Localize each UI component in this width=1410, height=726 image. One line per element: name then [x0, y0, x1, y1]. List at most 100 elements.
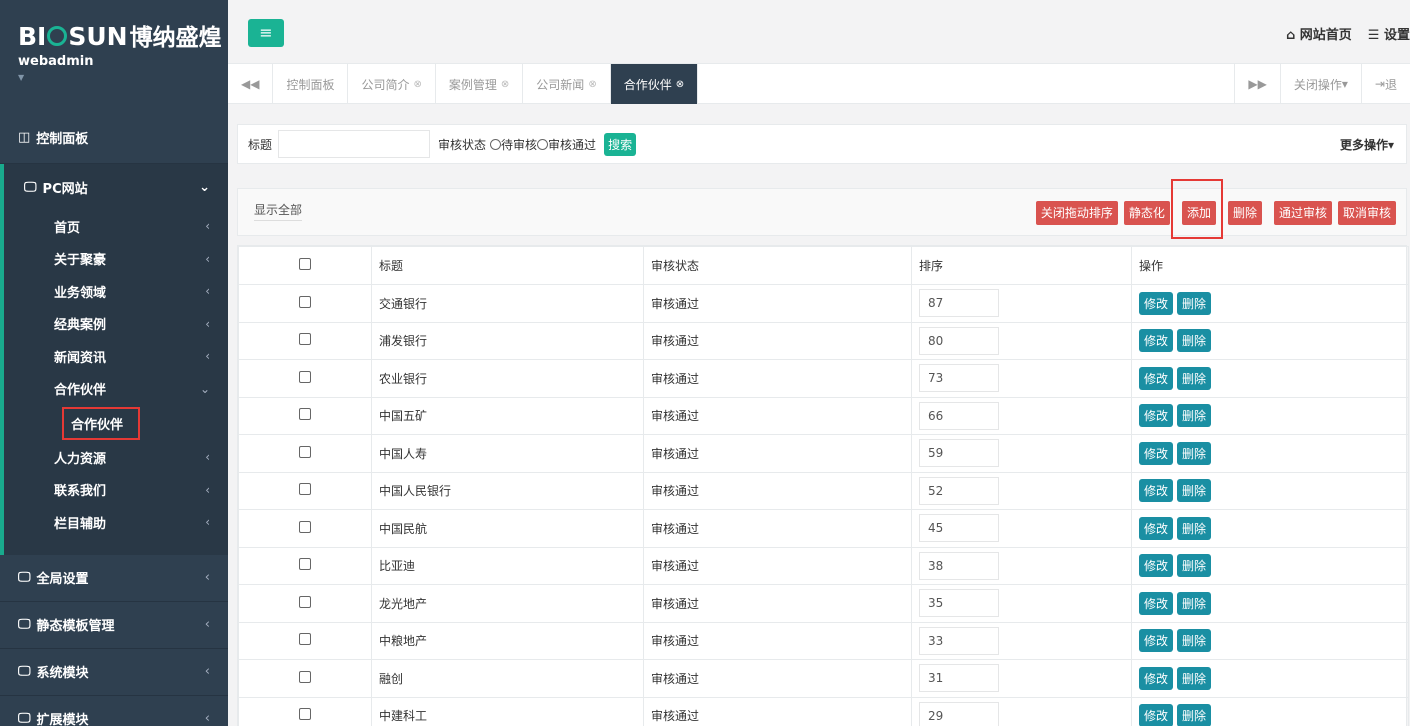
delete-row-button[interactable]: 删除 [1177, 629, 1212, 653]
row-checkbox[interactable] [299, 483, 311, 496]
close-drag-sort-button[interactable]: 关闭拖动排序 [1035, 201, 1118, 225]
row-checkbox[interactable] [299, 558, 311, 571]
menu-toggle-button[interactable]: ≡ [248, 19, 284, 47]
edit-button[interactable]: 修改 [1139, 629, 1174, 653]
chevron-left-icon: ‹ [205, 219, 210, 234]
show-all-link[interactable]: 显示全部 [254, 199, 303, 221]
radio-approved[interactable] [537, 138, 549, 150]
tab[interactable]: 控制面板 [273, 64, 349, 104]
nav-pc-site[interactable]: 🖵 PC网站 ⌄ [4, 164, 228, 210]
delete-row-button[interactable]: 删除 [1177, 666, 1212, 690]
close-ops-dropdown[interactable]: 关闭操作 ▾ [1279, 64, 1361, 104]
edit-button[interactable]: 修改 [1139, 479, 1174, 503]
order-input[interactable]: 59 [919, 439, 999, 468]
delete-row-button[interactable]: 删除 [1177, 291, 1212, 315]
tabs-scroll-right-button[interactable]: ▶▶ [1234, 64, 1279, 104]
title-search-input[interactable] [278, 130, 431, 158]
edit-button[interactable]: 修改 [1139, 704, 1174, 726]
sidebar-item[interactable]: 栏目辅助 ‹ [4, 506, 228, 539]
sidebar-item[interactable]: 业务领域 ‹ [4, 275, 228, 308]
edit-button[interactable]: 修改 [1139, 516, 1174, 540]
order-input[interactable]: 80 [919, 326, 999, 355]
caret-down-icon[interactable]: ▼ [18, 73, 228, 82]
row-checkbox[interactable] [299, 670, 311, 683]
tab-active[interactable]: 合作伙伴 ⊗ [610, 64, 699, 104]
order-input[interactable]: 45 [919, 514, 999, 543]
row-checkbox[interactable] [299, 370, 311, 383]
tabs-scroll-left-button[interactable]: ◀◀ [228, 64, 274, 104]
sidebar-item[interactable]: 关于聚豪 ‹ [4, 243, 228, 276]
edit-button[interactable]: 修改 [1139, 441, 1174, 465]
order-input[interactable]: 87 [919, 289, 999, 318]
edit-button[interactable]: 修改 [1139, 291, 1174, 315]
edit-button[interactable]: 修改 [1139, 366, 1174, 390]
order-input[interactable]: 31 [919, 664, 999, 693]
edit-button[interactable]: 修改 [1139, 554, 1174, 578]
search-button[interactable]: 搜索 [604, 132, 637, 156]
row-checkbox[interactable] [299, 708, 311, 721]
sidebar-item[interactable]: 人力资源 ‹ [4, 441, 228, 474]
order-input[interactable]: 73 [919, 364, 999, 393]
delete-row-button[interactable]: 删除 [1177, 479, 1212, 503]
close-circle-icon[interactable]: ⊗ [414, 79, 422, 90]
sidebar-item[interactable]: 新闻资讯 ‹ [4, 340, 228, 373]
row-actions: 修改 删除 [1131, 621, 1409, 660]
tab[interactable]: 公司简介 ⊗ [348, 64, 436, 104]
nav-partner-sub[interactable]: 合作伙伴 [4, 405, 228, 441]
row-checkbox[interactable] [299, 295, 311, 308]
edit-button[interactable]: 修改 [1139, 329, 1174, 353]
order-input[interactable]: 33 [919, 626, 999, 655]
delete-row-button[interactable]: 删除 [1177, 329, 1212, 353]
delete-row-button[interactable]: 删除 [1177, 441, 1212, 465]
order-input[interactable]: 35 [919, 589, 999, 618]
order-input[interactable]: 52 [919, 476, 999, 505]
row-checkbox[interactable] [299, 333, 311, 346]
sidebar-section[interactable]: 🖵 系统模块 ‹ [0, 649, 228, 696]
home-link[interactable]: ⌂ 网站首页 [1286, 24, 1352, 43]
settings-link[interactable]: ☰ 设置 [1368, 24, 1410, 43]
row-checkbox[interactable] [299, 445, 311, 458]
close-circle-icon[interactable]: ⊗ [676, 79, 684, 90]
edit-button[interactable]: 修改 [1139, 591, 1174, 615]
row-checkbox[interactable] [299, 633, 311, 646]
radio-pending[interactable] [490, 138, 502, 150]
edit-button[interactable]: 修改 [1139, 404, 1174, 428]
tab[interactable]: 案例管理 ⊗ [436, 64, 524, 104]
more-ops-dropdown[interactable]: 更多操作▾ [1340, 136, 1394, 153]
logout-button[interactable]: ⇥ 退 [1360, 64, 1410, 104]
top-header: ≡ ⌂ 网站首页 ☰ 设置 [228, 0, 1410, 64]
order-input[interactable]: 66 [919, 401, 999, 430]
row-checkbox[interactable] [299, 408, 311, 421]
cancel-approve-button[interactable]: 取消审核 [1337, 201, 1396, 225]
row-order-cell: 38 [911, 546, 1132, 585]
select-all-checkbox[interactable] [299, 258, 311, 270]
delete-row-button[interactable]: 删除 [1177, 554, 1212, 578]
sidebar-item[interactable]: 首页 ‹ [4, 210, 228, 243]
delete-row-button[interactable]: 删除 [1177, 366, 1212, 390]
nav-dashboard[interactable]: ◫ 控制面板 [0, 112, 228, 164]
delete-row-button[interactable]: 删除 [1177, 591, 1212, 615]
close-circle-icon[interactable]: ⊗ [501, 79, 509, 90]
select-all-cell [238, 246, 372, 285]
delete-row-button[interactable]: 删除 [1177, 704, 1212, 726]
delete-row-button[interactable]: 删除 [1177, 516, 1212, 540]
username[interactable]: webadmin [18, 54, 228, 69]
close-circle-icon[interactable]: ⊗ [588, 79, 596, 90]
sidebar-section[interactable]: 🖵 全局设置 ‹ [0, 555, 228, 602]
sidebar-item[interactable]: 联系我们 ‹ [4, 474, 228, 507]
delete-row-button[interactable]: 删除 [1177, 404, 1212, 428]
row-checkbox[interactable] [299, 595, 311, 608]
tab[interactable]: 公司新闻 ⊗ [523, 64, 611, 104]
partner-sub-label: 合作伙伴 [62, 406, 141, 440]
nav-partner-group[interactable]: 合作伙伴 ⌄ [4, 373, 228, 406]
approve-button[interactable]: 通过审核 [1273, 201, 1332, 225]
order-input[interactable]: 38 [919, 551, 999, 580]
sidebar-section[interactable]: 🖵 静态模板管理 ‹ [0, 602, 228, 649]
sidebar-item[interactable]: 经典案例 ‹ [4, 308, 228, 341]
row-checkbox[interactable] [299, 520, 311, 533]
static-button[interactable]: 静态化 [1123, 201, 1170, 225]
edit-button[interactable]: 修改 [1139, 666, 1174, 690]
sidebar-section[interactable]: 🖵 扩展模块 ‹ [0, 696, 228, 726]
delete-button[interactable]: 删除 [1227, 201, 1262, 225]
order-input[interactable]: 29 [919, 701, 999, 726]
